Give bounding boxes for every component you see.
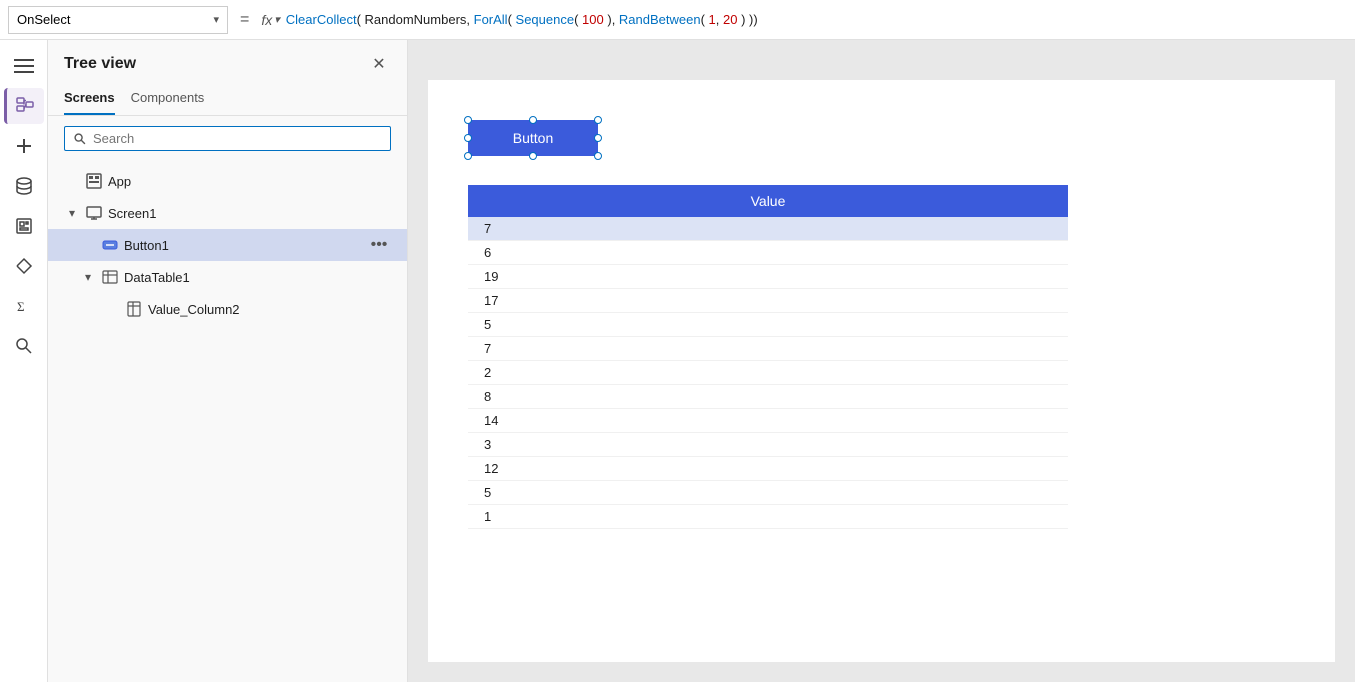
value-column2-chevron	[104, 301, 120, 317]
property-select[interactable]: OnSelect ▾	[8, 6, 228, 34]
table-row: 7	[468, 337, 1068, 361]
components-icon[interactable]	[4, 248, 44, 284]
screen1-chevron: ▾	[64, 205, 80, 221]
tree-item-app[interactable]: App	[48, 165, 407, 197]
handle-tr[interactable]	[594, 116, 602, 124]
search-box	[64, 126, 391, 151]
button1-label: Button1	[124, 238, 363, 253]
table-row: 3	[468, 433, 1068, 457]
handle-br[interactable]	[594, 152, 602, 160]
button-icon	[100, 235, 120, 255]
equals-sign: =	[236, 11, 253, 29]
search-input[interactable]	[93, 131, 382, 146]
button1-more-button[interactable]: •••	[367, 233, 391, 257]
panel-tabs: Screens Components	[48, 84, 407, 116]
panel-title: Tree view	[64, 55, 136, 73]
main-layout: Σ Tree view ✕ Screens Components	[0, 40, 1355, 682]
formula-text: ClearCollect( RandomNumbers, ForAll( Seq…	[286, 12, 758, 27]
handle-tl[interactable]	[464, 116, 472, 124]
button-widget-container: Button	[468, 120, 598, 180]
canvas-area: Button Value 7 6 19	[408, 40, 1355, 682]
app-label: App	[108, 174, 391, 189]
table-row: 19	[468, 265, 1068, 289]
datatable-widget: Value 7 6 19 17 5 7 2 8 14 3 12 5 1	[468, 185, 1068, 529]
button1-chevron	[80, 237, 96, 253]
fx-area: fx ▾ ClearCollect( RandomNumbers, ForAll…	[261, 12, 1347, 28]
top-bar: OnSelect ▾ = fx ▾ ClearCollect( RandomNu…	[0, 0, 1355, 40]
handle-bc[interactable]	[529, 152, 537, 160]
search-icon	[73, 132, 87, 146]
search-icon-bar[interactable]	[4, 328, 44, 364]
handle-mr[interactable]	[594, 134, 602, 142]
tree-item-datatable1[interactable]: ▾ DataTable1	[48, 261, 407, 293]
table-icon	[100, 267, 120, 287]
data-icon[interactable]	[4, 168, 44, 204]
tree-item-screen1[interactable]: ▾ Screen1	[48, 197, 407, 229]
table-row: 2	[468, 361, 1068, 385]
table-row: 7	[468, 217, 1068, 241]
datatable1-chevron: ▾	[80, 269, 96, 285]
screen1-label: Screen1	[108, 206, 391, 221]
screen-icon	[84, 203, 104, 223]
tab-components[interactable]: Components	[131, 84, 205, 115]
datatable[interactable]: Value 7 6 19 17 5 7 2 8 14 3 12 5 1	[468, 185, 1068, 529]
column-icon	[124, 299, 144, 319]
datatable1-label: DataTable1	[124, 270, 391, 285]
property-label: OnSelect	[17, 12, 70, 27]
fx-icon[interactable]: fx ▾	[261, 12, 279, 28]
table-row: 5	[468, 313, 1068, 337]
button-widget[interactable]: Button	[468, 120, 598, 156]
table-row: 17	[468, 289, 1068, 313]
table-row: 14	[468, 409, 1068, 433]
app-icon	[84, 171, 104, 191]
value-column2-label: Value_Column2	[148, 302, 391, 317]
tree-item-button1[interactable]: Button1 •••	[48, 229, 407, 261]
handle-ml[interactable]	[464, 134, 472, 142]
app-chevron	[64, 173, 80, 189]
table-row: 12	[468, 457, 1068, 481]
table-row: 5	[468, 481, 1068, 505]
tree-content: App ▾ Screen1	[48, 161, 407, 682]
datatable-header: Value	[468, 185, 1068, 217]
svg-text:Σ: Σ	[17, 299, 25, 314]
tab-screens[interactable]: Screens	[64, 84, 115, 115]
canvas-button[interactable]: Button	[468, 120, 598, 156]
tree-view-panel: Tree view ✕ Screens Components	[48, 40, 408, 682]
icon-bar: Σ	[0, 40, 48, 682]
hamburger-menu[interactable]	[4, 48, 44, 84]
handle-tc[interactable]	[529, 116, 537, 124]
add-icon[interactable]	[4, 128, 44, 164]
fx-chevron: ▾	[274, 13, 280, 26]
table-row: 8	[468, 385, 1068, 409]
handle-bl[interactable]	[464, 152, 472, 160]
panel-header: Tree view ✕	[48, 40, 407, 84]
table-row: 6	[468, 241, 1068, 265]
variables-icon[interactable]: Σ	[4, 288, 44, 324]
property-chevron: ▾	[213, 13, 219, 26]
tree-view-icon[interactable]	[4, 88, 44, 124]
tree-item-value-column2[interactable]: Value_Column2	[48, 293, 407, 325]
close-panel-button[interactable]: ✕	[367, 52, 391, 76]
fx-label: fx	[261, 12, 272, 28]
table-row: 1	[468, 505, 1068, 529]
media-icon[interactable]	[4, 208, 44, 244]
